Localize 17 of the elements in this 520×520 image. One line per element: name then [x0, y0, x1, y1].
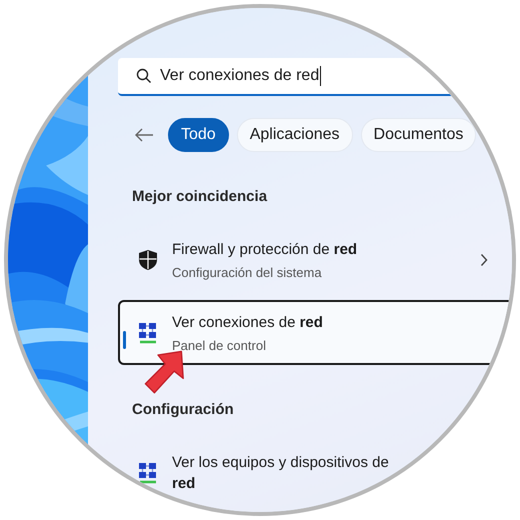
selection-indicator — [123, 331, 126, 349]
section-heading: Configuración — [132, 401, 235, 418]
result-title: Firewall y protección de red — [172, 240, 358, 260]
filter-tab[interactable]: Aplicaciones — [236, 118, 353, 152]
result-title: Ver los equipos y dispositivos de red — [172, 453, 390, 494]
result-subtitle: Configuración del sistema — [172, 265, 323, 280]
shield-icon — [136, 248, 160, 272]
filter-tab[interactable]: Todo — [168, 118, 229, 152]
chevron-right-icon[interactable] — [480, 252, 488, 266]
result-subtitle: Panel de control — [172, 338, 267, 353]
filter-tab[interactable]: Documentos — [360, 118, 476, 152]
search-result[interactable]: Firewall y protección de red Configuración del sistema — [118, 227, 512, 292]
back-arrow-icon[interactable] — [134, 127, 154, 143]
result-title: Ver conexiones de red — [172, 313, 324, 333]
search-icon — [136, 68, 152, 84]
search-result[interactable]: Ver los equipos y dispositivos de red — [118, 440, 512, 506]
section-heading: Mejor coincidencia — [132, 188, 268, 205]
